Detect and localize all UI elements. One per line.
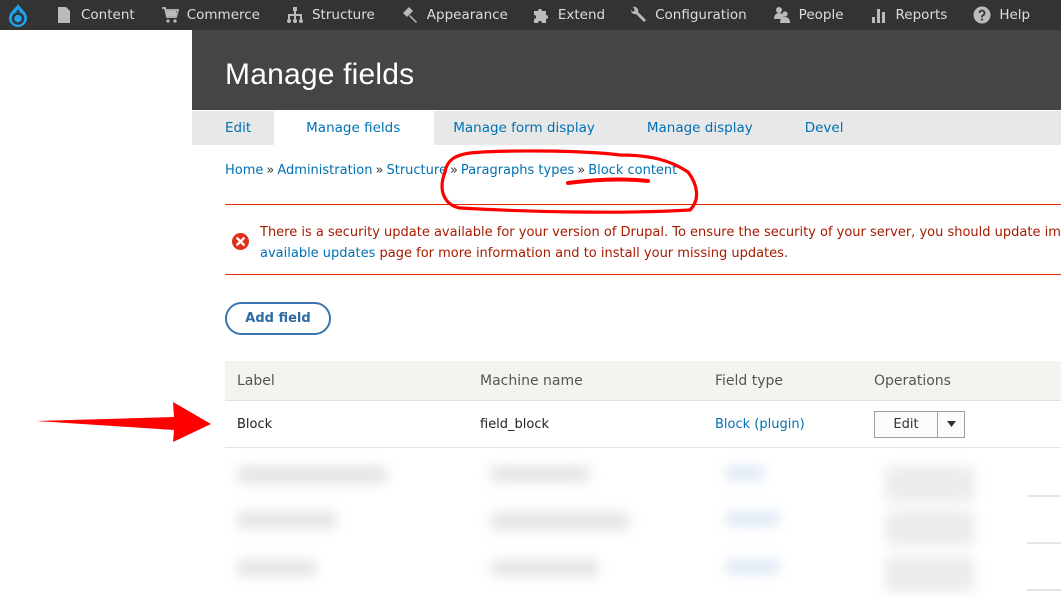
annotation-arrow [36, 402, 211, 442]
edit-button[interactable]: Edit [875, 411, 938, 437]
toolbar-item-reports[interactable]: Reports [870, 0, 948, 30]
dropbutton-toggle[interactable] [938, 412, 964, 437]
tab-edit[interactable]: Edit [192, 111, 284, 145]
field-machine-name: field_block [480, 416, 550, 432]
blurred-cell [885, 556, 975, 592]
tab-manage-form-display[interactable]: Manage form display [434, 111, 621, 145]
annotation-circle [440, 149, 699, 214]
breadcrumb-separator: » [375, 163, 384, 178]
blurred-cell [725, 560, 780, 574]
toolbar-label: Reports [895, 7, 948, 23]
error-message: There is a security update available for… [225, 204, 1061, 275]
table-header: Label Machine name Field type Operations [225, 361, 1061, 401]
row-divider [1027, 589, 1061, 591]
column-header-label: Label [237, 372, 275, 389]
drupal-logo-icon[interactable] [0, 0, 36, 30]
row-divider [1027, 495, 1061, 497]
toolbar-label: Content [81, 7, 135, 23]
tab-label: Edit [225, 120, 252, 136]
toolbar-label: Configuration [655, 7, 747, 23]
breadcrumb-separator: » [266, 163, 275, 178]
tab-devel[interactable]: Devel [779, 111, 844, 145]
bar-chart-icon [870, 6, 888, 24]
column-header-operations: Operations [874, 372, 951, 389]
breadcrumb-home[interactable]: Home [225, 163, 263, 178]
field-label: Block [237, 416, 273, 432]
blurred-cell [725, 512, 780, 526]
breadcrumb-separator: » [577, 163, 586, 178]
toolbar-item-commerce[interactable]: Commerce [161, 0, 260, 30]
column-header-machine-name: Machine name [480, 372, 583, 389]
toolbar-item-configuration[interactable]: Configuration [629, 0, 747, 30]
breadcrumb-structure[interactable]: Structure [386, 163, 446, 178]
blurred-cell [490, 512, 630, 530]
cart-icon [161, 6, 179, 24]
blurred-cell [725, 466, 765, 480]
breadcrumb-separator: » [449, 163, 458, 178]
add-field-button[interactable]: Add field [225, 302, 331, 335]
primary-tabs: Edit Manage fields Manage form display M… [192, 111, 1061, 145]
blurred-cell [490, 466, 590, 482]
error-message-text: There is a security update available for… [260, 222, 1061, 264]
blurred-rows [225, 450, 1061, 597]
page-title: Manage fields [225, 58, 415, 91]
error-x-icon [232, 233, 249, 250]
breadcrumb: Home» Administration» Structure» Paragraphs… [225, 163, 677, 178]
blurred-cell [237, 512, 337, 528]
blurred-cell [885, 466, 975, 502]
toolbar-item-structure[interactable]: Structure [286, 0, 375, 30]
people-icon [773, 6, 791, 24]
toolbar-label: Help [999, 7, 1031, 23]
help-icon [973, 6, 991, 24]
breadcrumb-administration[interactable]: Administration [277, 163, 372, 178]
toolbar-item-people[interactable]: People [773, 0, 844, 30]
toolbar-item-extend[interactable]: Extend [532, 0, 605, 30]
admin-toolbar: Content Commerce Structure Appearance Ex… [0, 0, 1061, 30]
caret-down-icon [946, 421, 956, 427]
sitemap-icon [286, 6, 304, 24]
operations-cell: Edit [874, 410, 1061, 438]
error-message-line2: page for more information and to install… [375, 246, 789, 261]
toolbar-label: People [798, 7, 844, 23]
puzzle-icon [532, 6, 550, 24]
toolbar-item-help[interactable]: Help [973, 0, 1030, 30]
available-updates-link[interactable]: available updates [260, 246, 375, 261]
tab-label: Devel [804, 120, 844, 136]
page-header: Manage fields [192, 30, 1061, 110]
table-row: Block field_block Block (plugin) Edit [225, 401, 1061, 448]
row-divider [1027, 542, 1061, 544]
breadcrumb-paragraphs-types[interactable]: Paragraphs types [461, 163, 574, 178]
column-header-field-type: Field type [715, 372, 784, 389]
operations-dropbutton: Edit [874, 410, 965, 438]
breadcrumb-block-content[interactable]: Block content [588, 163, 677, 178]
blurred-cell [237, 560, 317, 576]
paintbrush-icon [401, 6, 419, 24]
annotation-underline [566, 177, 650, 185]
toolbar-label: Appearance [426, 7, 508, 23]
blurred-cell [237, 466, 387, 484]
tab-label: Manage form display [453, 120, 595, 136]
toolbar-label: Extend [557, 7, 606, 23]
tab-label: Manage fields [306, 120, 401, 136]
blurred-cell [490, 560, 600, 576]
error-message-line1: There is a security update available for… [260, 225, 1061, 240]
toolbar-label: Commerce [186, 7, 260, 23]
blurred-cell [885, 510, 975, 546]
tab-label: Manage display [646, 120, 753, 136]
wrench-icon [629, 6, 647, 24]
file-icon [55, 6, 73, 24]
field-type-link[interactable]: Block (plugin) [715, 417, 805, 432]
tab-manage-display[interactable]: Manage display [621, 111, 779, 145]
tab-manage-fields[interactable]: Manage fields [274, 111, 435, 145]
toolbar-item-appearance[interactable]: Appearance [401, 0, 508, 30]
toolbar-item-content[interactable]: Content [55, 0, 135, 30]
toolbar-label: Structure [311, 7, 375, 23]
fields-table: Label Machine name Field type Operations… [225, 361, 1061, 448]
